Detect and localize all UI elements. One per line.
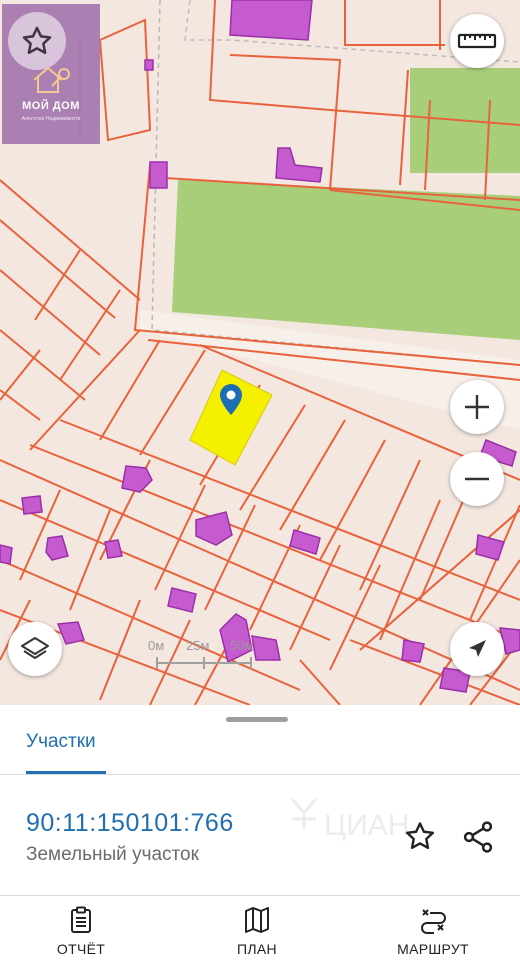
scale-label: 50м: [230, 638, 254, 653]
star-icon: [22, 26, 52, 55]
cian-watermark: ЦИАН: [290, 798, 409, 842]
ruler-icon: [457, 33, 497, 49]
logo-subtitle: Агентство Недвижимости: [21, 116, 81, 122]
scale-label: 25м: [186, 638, 210, 653]
agency-logo: МОЙ ДОМ Агентство Недвижимости: [2, 4, 100, 144]
report-icon: [71, 906, 91, 933]
star-icon: [405, 822, 435, 849]
scale-tick: [203, 657, 205, 669]
nav-route-label: МАРШРУТ: [397, 941, 469, 957]
watermark-text: ЦИАН: [324, 809, 409, 842]
zoom-in-button[interactable]: [450, 380, 504, 434]
nav-route[interactable]: МАРШРУТ: [368, 901, 498, 961]
cadastral-number[interactable]: 90:11:150101:766: [26, 809, 234, 838]
locate-button[interactable]: [450, 622, 504, 676]
house-key-icon: [33, 66, 70, 93]
share-button[interactable]: [460, 819, 496, 855]
divider: [0, 895, 520, 896]
nav-plan-label: ПЛАН: [237, 941, 277, 957]
minus-icon: [465, 477, 489, 481]
tab-parcels[interactable]: Участки: [26, 731, 96, 753]
cadastral-map[interactable]: МОЙ ДОМ Агентство Недвижимости 0м 25м 50…: [0, 0, 520, 705]
object-type: Земельный участок: [26, 844, 199, 865]
logo-brand: МОЙ ДОМ: [22, 100, 80, 112]
map-plan-icon: [245, 907, 269, 933]
divider: [0, 774, 520, 775]
scale-tick: [250, 657, 252, 669]
share-icon: [463, 821, 493, 853]
plus-icon: [465, 395, 489, 419]
map-scale: 0м 25м 50м: [148, 636, 260, 672]
scale-label: 0м: [148, 638, 165, 653]
route-icon: [421, 909, 446, 934]
navigation-arrow-icon: [469, 640, 486, 657]
nav-report[interactable]: ОТЧЁТ: [16, 901, 146, 961]
nav-report-label: ОТЧЁТ: [56, 941, 106, 957]
zoom-out-button[interactable]: [450, 452, 504, 506]
nav-plan[interactable]: ПЛАН: [192, 901, 322, 961]
favorite-button[interactable]: [402, 819, 438, 855]
ruler-button[interactable]: [450, 14, 504, 68]
layers-icon: [21, 637, 49, 659]
scale-tick: [156, 657, 158, 669]
layers-button[interactable]: [8, 622, 62, 676]
info-sheet: Участки ЦИАН 90:11:150101:766 Земельный …: [0, 705, 520, 960]
sheet-drag-handle[interactable]: [226, 717, 288, 722]
